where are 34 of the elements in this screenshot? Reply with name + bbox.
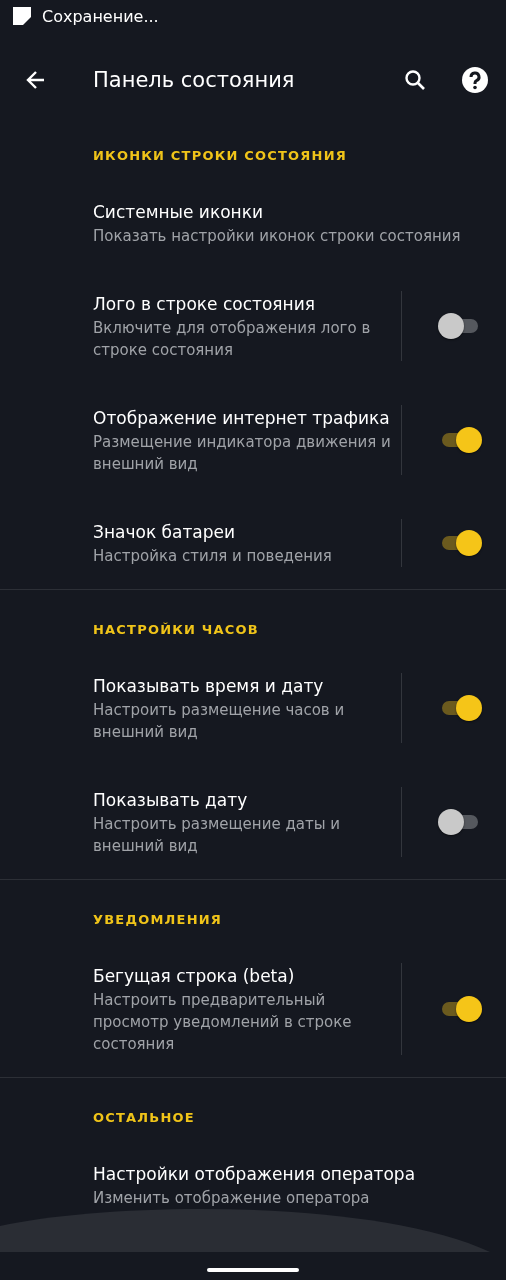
- item-title: Отображение интернет трафика: [93, 407, 390, 430]
- item-subtitle: Размещение индикатора движения и внешний вид: [93, 432, 392, 475]
- item-title: Показывать время и дату: [93, 675, 324, 698]
- item-subtitle: Настроить размещение часов и внешний вид: [93, 700, 346, 743]
- settings-item[interactable]: Системные иконки Показать настройки иконок строки состояния: [0, 177, 506, 269]
- search-icon[interactable]: [403, 68, 427, 92]
- item-title: Настройки отображения оператора: [93, 1163, 416, 1186]
- section-header: НАСТРОЙКИ ЧАСОВ: [92, 621, 260, 639]
- settings-item[interactable]: Отображение интернет трафика Размещение индикатора движения и внешний вид: [0, 383, 506, 497]
- status-text: Сохранение...: [42, 6, 159, 26]
- item-subtitle: Показать настройки иконок строки состояния: [93, 226, 461, 247]
- item-title: Лого в строке состояния: [93, 293, 315, 316]
- section-header: ИКОНКИ СТРОКИ СОСТОЯНИЯ: [92, 147, 348, 165]
- item-subtitle: Настройка стиля и поведения: [93, 546, 332, 567]
- settings-item[interactable]: Лого в строке состояния Включите для отображения лого в строке состояния: [0, 269, 506, 383]
- item-subtitle: Включите для отображения лого в строке состояния: [93, 318, 372, 361]
- settings-item[interactable]: Показывать время и дату Настроить размещение часов и внешний вид: [0, 651, 506, 765]
- settings-item[interactable]: Показывать дату Настроить размещение даты и внешний вид: [0, 765, 506, 879]
- toolbar-title: Панель состояния: [93, 68, 296, 92]
- item-title: Бегущая строка (beta): [93, 965, 295, 988]
- section-header: УВЕДОМЛЕНИЯ: [92, 911, 224, 929]
- item-title: Значок батареи: [93, 521, 236, 544]
- item-title: Системные иконки: [93, 201, 263, 224]
- settings-item[interactable]: Бегущая строка (beta) Настроить предварительный просмотр уведомлений в строке состояния: [0, 941, 506, 1077]
- help-icon[interactable]: [461, 66, 489, 94]
- item-title: Показывать дату: [93, 789, 248, 812]
- notification-icon: [12, 6, 32, 26]
- settings-item[interactable]: Значок батареи Настройка стиля и поведения: [0, 497, 506, 589]
- item-subtitle: Настроить предварительный просмотр уведомлений в строке состояния: [93, 990, 353, 1055]
- home-handle[interactable]: [207, 1268, 299, 1272]
- item-subtitle: Настроить размещение даты и внешний вид: [93, 814, 342, 857]
- settings-item[interactable]: Настройки отображения оператора Изменить отображение оператора: [0, 1139, 506, 1231]
- section-header: ОСТАЛЬНОЕ: [92, 1109, 196, 1127]
- item-subtitle: Изменить отображение оператора: [93, 1188, 370, 1209]
